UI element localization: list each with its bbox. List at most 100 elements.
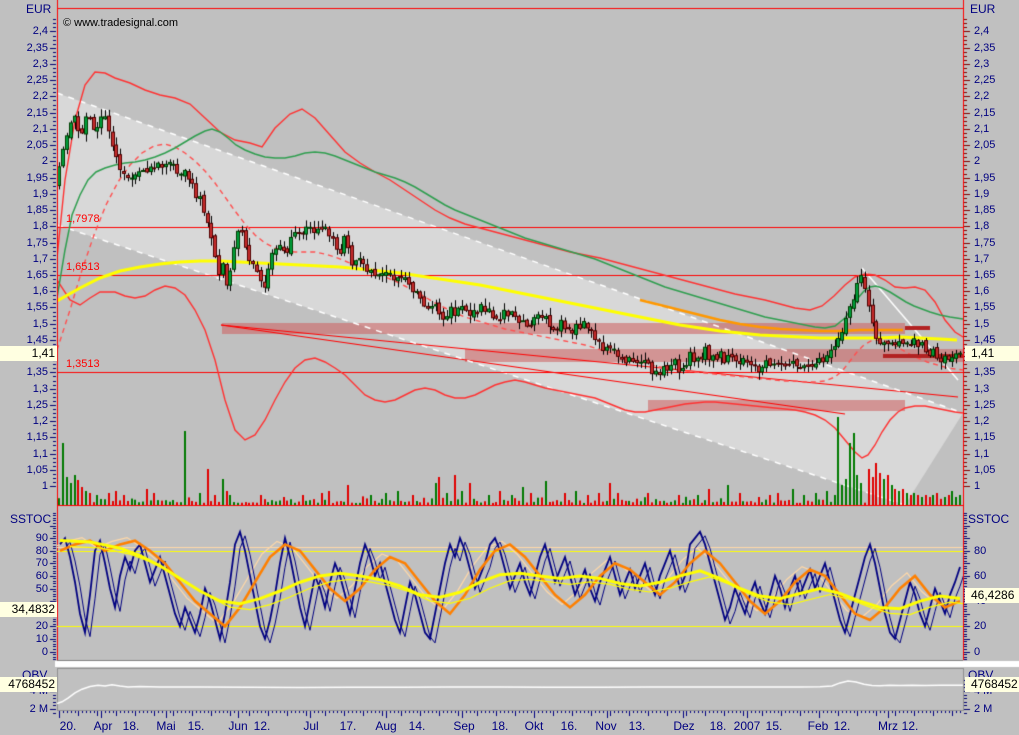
price-tick-label: 1,1 bbox=[0, 448, 48, 461]
price-tick-label: 1,95 bbox=[974, 172, 995, 185]
price-tick-label: 2,2 bbox=[974, 90, 989, 103]
sstoc-tick-label: 70 bbox=[0, 557, 48, 570]
sstoc-tick-label: 60 bbox=[974, 570, 986, 583]
price-tick-label: 1 bbox=[974, 480, 980, 493]
date-label: Sep bbox=[453, 719, 474, 733]
currency-label-left: EUR bbox=[26, 2, 51, 16]
price-tick-label: 2 bbox=[974, 155, 980, 168]
price-tick-label: 1,3 bbox=[974, 383, 989, 396]
price-tick-label: 1,05 bbox=[974, 464, 995, 477]
sstoc-tick-label: 90 bbox=[0, 532, 48, 545]
price-tick-label: 2,05 bbox=[0, 139, 48, 152]
price-tick-label: 2,4 bbox=[0, 25, 48, 38]
price-tick-label: 2,35 bbox=[974, 42, 995, 55]
sstoc-tick-label: 60 bbox=[0, 570, 48, 583]
chart-canvas bbox=[0, 0, 1019, 735]
price-tick-label: 2,3 bbox=[0, 58, 48, 71]
date-label: Aug bbox=[375, 719, 396, 733]
price-tick-label: 2,15 bbox=[0, 107, 48, 120]
date-label: 20. bbox=[60, 719, 77, 733]
date-label: Apr bbox=[94, 719, 113, 733]
price-tick-label: 1,9 bbox=[0, 188, 48, 201]
price-tick-label: 1,75 bbox=[0, 237, 48, 250]
current-price-badge-right: 1,41 bbox=[965, 346, 1019, 361]
price-tick-label: 1,7 bbox=[0, 253, 48, 266]
date-label: Jul bbox=[303, 719, 318, 733]
level-label-17978: 1,7978 bbox=[66, 213, 100, 225]
date-label: 12. bbox=[254, 719, 271, 733]
date-label: 14. bbox=[409, 719, 426, 733]
price-tick-label: 1,1 bbox=[974, 448, 989, 461]
price-tick-label: 1,05 bbox=[0, 464, 48, 477]
date-label: Jun bbox=[228, 719, 247, 733]
date-label: Feb bbox=[808, 719, 829, 733]
price-tick-label: 2 bbox=[0, 155, 48, 168]
price-tick-label: 1,85 bbox=[0, 204, 48, 217]
price-tick-label: 1,25 bbox=[974, 399, 995, 412]
date-label: Nov bbox=[595, 719, 616, 733]
date-label: 15. bbox=[766, 719, 783, 733]
price-tick-label: 1,2 bbox=[974, 415, 989, 428]
copyright-text: © www.tradesignal.com bbox=[63, 17, 178, 29]
price-tick-label: 2,2 bbox=[0, 90, 48, 103]
date-label: 18. bbox=[710, 719, 727, 733]
price-tick-label: 1,25 bbox=[0, 399, 48, 412]
price-tick-label: 1,95 bbox=[0, 172, 48, 185]
price-tick-label: 1,15 bbox=[974, 431, 995, 444]
current-price-badge-left: 1,41 bbox=[0, 346, 57, 361]
currency-label-right: EUR bbox=[970, 2, 995, 16]
price-tick-label: 1,55 bbox=[974, 301, 995, 314]
price-tick-label: 1,6 bbox=[974, 285, 989, 298]
price-tick-label: 1,65 bbox=[974, 269, 995, 282]
level-label-16513: 1,6513 bbox=[66, 261, 100, 273]
obv-tick-label: 2 M bbox=[974, 703, 992, 716]
date-label: 17. bbox=[340, 719, 357, 733]
date-label: 16. bbox=[561, 719, 578, 733]
price-tick-label: 1,55 bbox=[0, 301, 48, 314]
date-label: 12. bbox=[902, 719, 919, 733]
obv-value-badge-right: 4768452 bbox=[965, 677, 1019, 692]
price-tick-label: 1,65 bbox=[0, 269, 48, 282]
price-tick-label: 2,05 bbox=[974, 139, 995, 152]
date-label: 13. bbox=[629, 719, 646, 733]
price-tick-label: 1,35 bbox=[974, 366, 995, 379]
price-tick-label: 2,25 bbox=[0, 74, 48, 87]
price-tick-label: 1,15 bbox=[0, 431, 48, 444]
price-tick-label: 2,4 bbox=[974, 25, 989, 38]
sstoc-label-left: SSTOC bbox=[10, 512, 51, 526]
sstoc-tick-label: 20 bbox=[974, 620, 986, 633]
sstoc-tick-label: 20 bbox=[0, 620, 48, 633]
sstoc-tick-label: 10 bbox=[0, 633, 48, 646]
date-label: 12. bbox=[834, 719, 851, 733]
date-label: 18. bbox=[123, 719, 140, 733]
price-tick-label: 1,6 bbox=[0, 285, 48, 298]
price-tick-label: 1,85 bbox=[974, 204, 995, 217]
price-tick-label: 1,5 bbox=[974, 318, 989, 331]
sstoc-tick-label: 0 bbox=[0, 646, 48, 659]
date-label: Mai bbox=[156, 719, 175, 733]
obv-tick-label: 2 M bbox=[0, 703, 48, 716]
price-tick-label: 1,5 bbox=[0, 318, 48, 331]
price-tick-label: 1 bbox=[0, 480, 48, 493]
price-tick-label: 1,75 bbox=[974, 237, 995, 250]
level-label-13513: 1,3513 bbox=[66, 358, 100, 370]
sstoc-tick-label: 50 bbox=[0, 583, 48, 596]
date-label: 18. bbox=[492, 719, 509, 733]
price-tick-label: 2,15 bbox=[974, 107, 995, 120]
price-tick-label: 1,8 bbox=[974, 220, 989, 233]
sstoc-label-right: SSTOC bbox=[968, 512, 1009, 526]
sstoc-value-badge-left: 34,4832 bbox=[0, 602, 57, 617]
price-tick-label: 1,9 bbox=[974, 188, 989, 201]
price-tick-label: 2,1 bbox=[974, 123, 989, 136]
tradesignal-chart-window: EUR EUR © www.tradesignal.com 2,4 2,35 2,3… bbox=[0, 0, 1019, 735]
price-tick-label: 2,25 bbox=[974, 74, 995, 87]
price-tick-label: 1,7 bbox=[974, 253, 989, 266]
price-tick-label: 2,1 bbox=[0, 123, 48, 136]
date-label: 2007 bbox=[734, 719, 761, 733]
sstoc-tick-label: 0 bbox=[974, 646, 980, 659]
price-tick-label: 1,35 bbox=[0, 366, 48, 379]
date-label: Mrz bbox=[878, 719, 898, 733]
price-tick-label: 1,2 bbox=[0, 415, 48, 428]
price-tick-label: 2,3 bbox=[974, 58, 989, 71]
sstoc-tick-label: 80 bbox=[974, 545, 986, 558]
